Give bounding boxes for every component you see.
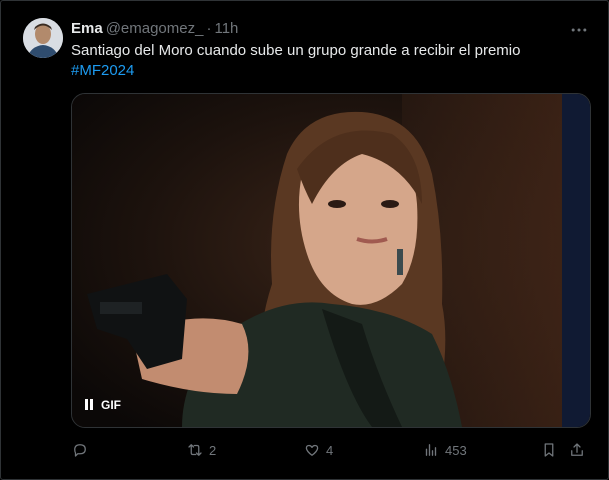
author-handle[interactable]: @emagomez_ [106, 20, 204, 37]
tweet-body: Santiago del Moro cuando sube un grupo g… [71, 42, 521, 59]
retweet-icon [188, 444, 202, 456]
share-icon [571, 443, 583, 456]
gif-frame-image [72, 94, 590, 427]
avatar[interactable] [23, 18, 63, 58]
reply-icon [74, 444, 86, 457]
bookmark-icon [544, 443, 554, 457]
gif-label: GIF [101, 398, 121, 412]
reply-button[interactable] [71, 439, 94, 461]
like-count: 4 [326, 442, 334, 458]
more-button[interactable] [566, 20, 592, 40]
avatar-image [23, 18, 63, 58]
hashtag-link[interactable]: #MF2024 [71, 61, 591, 81]
views-count: 453 [445, 442, 467, 458]
retweet-count: 2 [209, 442, 217, 458]
bookmark-button[interactable] [540, 439, 558, 461]
share-button[interactable] [568, 439, 586, 461]
retweet-button[interactable]: 2 [186, 439, 216, 461]
pause-icon[interactable] [84, 399, 94, 411]
gif-media[interactable]: GIF [71, 93, 591, 428]
views-button[interactable]: 453 [422, 439, 467, 461]
like-button[interactable]: 4 [303, 439, 333, 461]
more-horizontal-icon [571, 28, 587, 32]
tweet-text: Santiago del Moro cuando sube un grupo g… [71, 41, 591, 81]
views-icon [425, 444, 437, 456]
tweet-header: Ema @emagomez_ · 11h [71, 19, 238, 39]
separator: · [206, 20, 212, 37]
heart-icon [305, 444, 319, 456]
gif-badge[interactable]: GIF [84, 394, 121, 416]
timestamp[interactable]: 11h [214, 20, 238, 37]
author-name[interactable]: Ema [71, 20, 103, 37]
action-bar: 2 4 453 [71, 439, 591, 461]
